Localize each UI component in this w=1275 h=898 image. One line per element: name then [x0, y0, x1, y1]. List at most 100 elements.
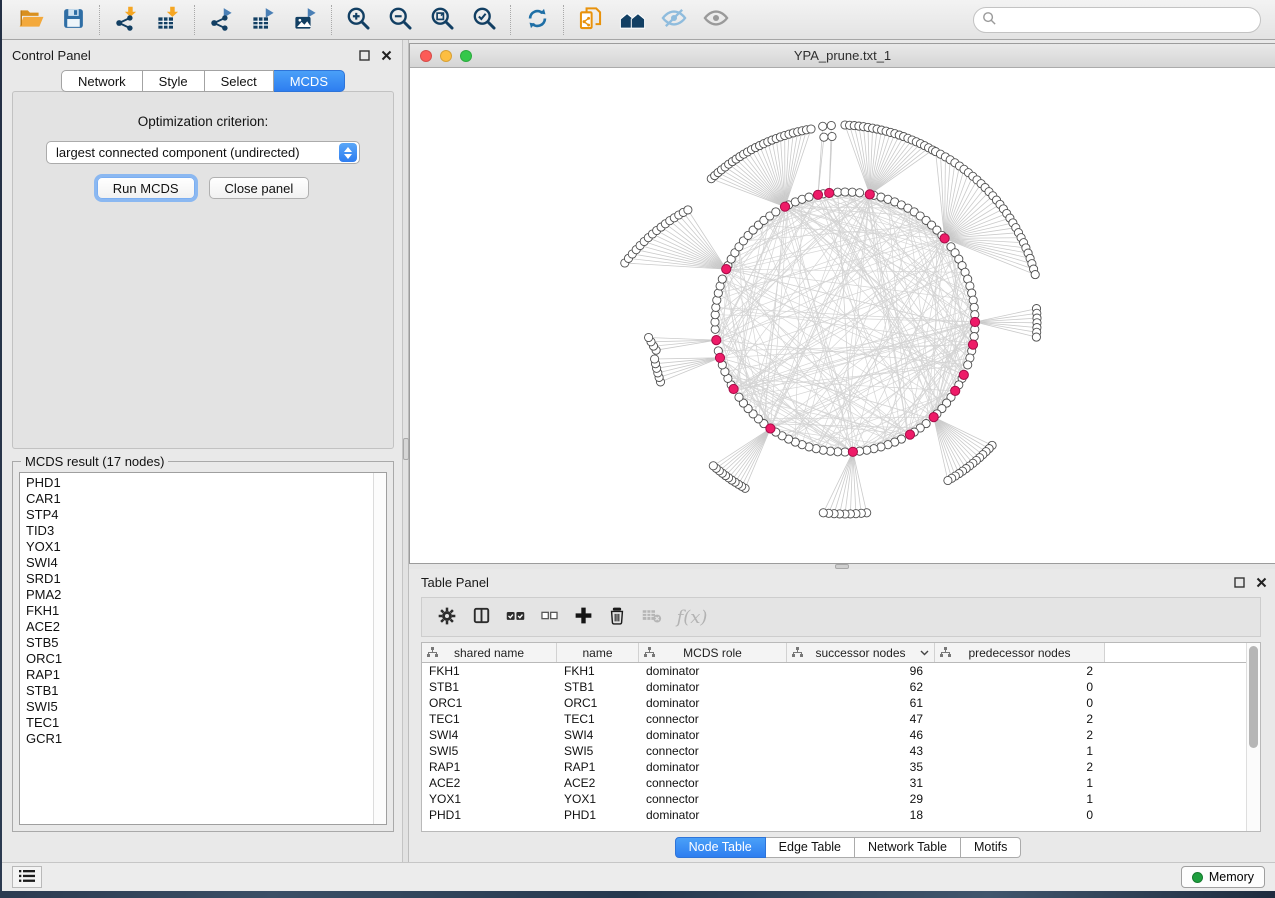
list-item[interactable]: CAR1	[26, 491, 373, 507]
list-item[interactable]: SRD1	[26, 571, 373, 587]
hide-unselected-button[interactable]	[653, 3, 695, 37]
float-table-panel-button[interactable]	[1231, 574, 1247, 590]
panel-splitter[interactable]	[402, 40, 409, 862]
column-header-name[interactable]: name	[557, 643, 639, 662]
network-titlebar[interactable]: YPA_prune.txt_1	[410, 44, 1275, 68]
open-session-button[interactable]	[10, 3, 52, 37]
list-item[interactable]: STB1	[26, 683, 373, 699]
tab-style[interactable]: Style	[143, 70, 205, 92]
export-image-button[interactable]	[284, 3, 326, 37]
cell-successor-nodes: 35	[787, 759, 935, 775]
column-header-predecessor-nodes[interactable]: predecessor nodes	[935, 643, 1105, 662]
list-item[interactable]: STB5	[26, 635, 373, 651]
tab-network[interactable]: Network	[61, 70, 143, 92]
list-item[interactable]: STP4	[26, 507, 373, 523]
mcds-result-title: MCDS result (17 nodes)	[21, 454, 168, 469]
column-header-shared-name[interactable]: shared name	[422, 643, 557, 662]
table-row[interactable]: SWI4SWI4dominator462	[422, 727, 1246, 743]
list-item[interactable]: TEC1	[26, 715, 373, 731]
search-field[interactable]	[973, 7, 1261, 33]
table-row[interactable]: RAP1RAP1dominator352	[422, 759, 1246, 775]
table-row[interactable]: FKH1FKH1dominator962	[422, 663, 1246, 679]
column-header-successor-nodes[interactable]: successor nodes	[787, 643, 935, 662]
delete-table-button[interactable]	[636, 602, 666, 632]
zoom-in-button[interactable]	[337, 3, 379, 37]
network-canvas[interactable]	[410, 68, 1275, 563]
column-header-filler	[1105, 643, 1246, 662]
columns-icon	[472, 606, 491, 628]
add-column-button[interactable]	[568, 602, 598, 632]
list-item[interactable]: PHD1	[26, 475, 373, 491]
zoom-out-button[interactable]	[379, 3, 421, 37]
list-item[interactable]: YOX1	[26, 539, 373, 555]
table-row[interactable]: TEC1TEC1connector472	[422, 711, 1246, 727]
delete-column-button[interactable]	[602, 602, 632, 632]
list-item[interactable]: RAP1	[26, 667, 373, 683]
export-image-icon	[292, 5, 319, 35]
table-row[interactable]: STB1STB1dominator620	[422, 679, 1246, 695]
function-builder-button[interactable]: f(x)	[670, 602, 714, 632]
float-panel-button[interactable]	[356, 47, 372, 63]
export-network-button[interactable]	[200, 3, 242, 37]
close-panel-button2[interactable]: Close panel	[209, 177, 310, 199]
run-mcds-button[interactable]: Run MCDS	[97, 177, 195, 199]
toolbar-separator	[510, 5, 511, 35]
cell-successor-nodes: 96	[787, 663, 935, 679]
task-history-button[interactable]	[12, 866, 42, 888]
zoom-selected-button[interactable]	[463, 3, 505, 37]
clear-all-columns-button[interactable]	[534, 602, 564, 632]
cell-successor-nodes: 61	[787, 695, 935, 711]
select-all-columns-button[interactable]	[500, 602, 530, 632]
cell-shared-name: ORC1	[422, 695, 557, 711]
table-settings-button[interactable]	[432, 602, 462, 632]
criterion-select[interactable]: largest connected component (undirected)	[46, 141, 360, 164]
zoom-fit-button[interactable]	[421, 3, 463, 37]
cell-shared-name: SWI4	[422, 727, 557, 743]
control-panel-title: Control Panel	[12, 48, 91, 63]
splitter-grip-h[interactable]	[835, 564, 849, 569]
table-row[interactable]: YOX1YOX1connector291	[422, 791, 1246, 807]
tab-edge-table[interactable]: Edge Table	[766, 837, 855, 858]
list-item[interactable]: SWI4	[26, 555, 373, 571]
toggle-column-view-button[interactable]	[466, 602, 496, 632]
tab-mcds[interactable]: MCDS	[274, 70, 345, 92]
select-all-checkboxes-icon	[505, 605, 526, 629]
tab-node-table[interactable]: Node Table	[675, 837, 766, 858]
list-item[interactable]: GCR1	[26, 731, 373, 747]
column-header-MCDS-role[interactable]: MCDS role	[639, 643, 787, 662]
splitter-grip[interactable]	[403, 438, 409, 460]
list-item[interactable]: SWI5	[26, 699, 373, 715]
table-splitter[interactable]	[409, 564, 1275, 569]
table-row[interactable]: ACE2ACE2connector311	[422, 775, 1246, 791]
list-scrollbar[interactable]	[373, 473, 386, 824]
table-row[interactable]: PHD1PHD1dominator180	[422, 807, 1246, 823]
first-neighbors-button[interactable]	[611, 3, 653, 37]
list-item[interactable]: FKH1	[26, 603, 373, 619]
table-row[interactable]: ORC1ORC1dominator610	[422, 695, 1246, 711]
import-network-button[interactable]	[105, 3, 147, 37]
list-item[interactable]: ORC1	[26, 651, 373, 667]
table-scrollbar[interactable]	[1246, 643, 1260, 831]
import-table-button[interactable]	[147, 3, 189, 37]
save-session-button[interactable]	[52, 3, 94, 37]
list-item[interactable]: ACE2	[26, 619, 373, 635]
refresh-layout-button[interactable]	[516, 3, 558, 37]
duplicate-network-button[interactable]	[569, 3, 611, 37]
mcds-result-list: PHD1CAR1STP4TID3YOX1SWI4SRD1PMA2FKH1ACE2…	[20, 473, 373, 824]
memory-button[interactable]: Memory	[1181, 866, 1265, 888]
cell-name: YOX1	[557, 791, 639, 807]
list-item[interactable]: TID3	[26, 523, 373, 539]
show-all-button[interactable]	[695, 3, 737, 37]
tab-motifs[interactable]: Motifs	[961, 837, 1021, 858]
export-table-button[interactable]	[242, 3, 284, 37]
tab-network-table[interactable]: Network Table	[855, 837, 961, 858]
list-item[interactable]: PMA2	[26, 587, 373, 603]
search-input[interactable]	[1003, 12, 1252, 27]
close-table-panel-button[interactable]	[1253, 574, 1269, 590]
tab-select[interactable]: Select	[205, 70, 274, 92]
table-row[interactable]: SWI5SWI5connector431	[422, 743, 1246, 759]
close-panel-button[interactable]	[378, 47, 394, 63]
add-icon	[573, 605, 594, 629]
scrollbar-thumb[interactable]	[1249, 646, 1258, 748]
cell-predecessor-nodes: 2	[935, 711, 1105, 727]
